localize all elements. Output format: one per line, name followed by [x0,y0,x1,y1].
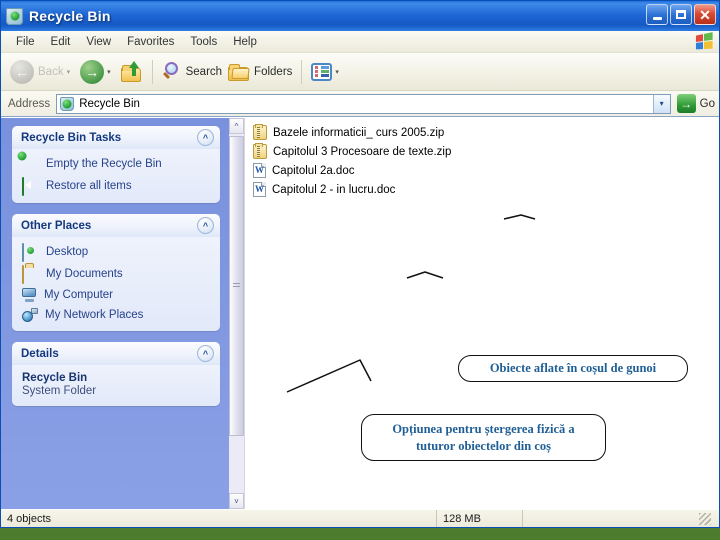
documents-folder-icon [22,265,39,284]
toolbar-separator [151,59,153,84]
window-body: Recycle Bin Tasks ^ Empty the Recycle Bi… [1,117,719,509]
callout-empty-option: Opțiunea pentru ștergerea fizică a tutur… [361,414,606,461]
forward-button[interactable]: → ▾ [77,58,118,86]
panel-recycle-bin-tasks: Recycle Bin Tasks ^ Empty the Recycle Bi… [12,126,220,203]
empty-bin-icon [22,156,39,172]
computer-icon [22,288,37,302]
address-label: Address [8,97,51,110]
toolbar: ← Back ▾ → ▾ Search Folders ▾ [1,53,719,91]
panel-body: Desktop My Documents My Computer My Netw… [12,237,220,331]
panel-body: Recycle Bin System Folder [12,365,220,406]
status-size: 128 MB [437,510,523,527]
panel-header[interactable]: Other Places ^ [12,214,220,237]
explorer-window: Recycle Bin ✕ File Edit View Favorites T… [0,0,720,528]
panel-header[interactable]: Details ^ [12,342,220,365]
task-restore-all-items[interactable]: Restore all items [22,177,212,196]
go-label: Go [699,97,715,110]
views-button[interactable]: ▾ [308,61,346,83]
panel-body: Empty the Recycle Bin Restore all items [12,149,220,203]
maximize-button[interactable] [670,4,692,25]
back-label: Back [38,65,64,78]
panel-title: Details [21,347,59,360]
menu-item-file[interactable]: File [8,34,43,50]
place-label: My Network Places [45,309,144,321]
network-icon [22,308,38,322]
task-label: Empty the Recycle Bin [46,158,162,170]
forward-arrow-icon: → [80,59,105,84]
task-empty-recycle-bin[interactable]: Empty the Recycle Bin [22,156,212,172]
panel-header[interactable]: Recycle Bin Tasks ^ [12,126,220,149]
address-bar: Address Recycle Bin ▾ → Go [1,91,719,117]
chevron-up-icon[interactable]: ^ [197,217,214,234]
windows-flag-icon [691,32,715,51]
chevron-up-icon[interactable]: ^ [197,345,214,362]
place-my-network-places[interactable]: My Network Places [22,308,212,322]
back-button[interactable]: ← Back ▾ [7,58,77,86]
status-grip[interactable] [523,510,719,527]
menu-bar: File Edit View Favorites Tools Help [1,31,719,53]
details-item-name: Recycle Bin [22,372,88,384]
place-my-computer[interactable]: My Computer [22,288,212,302]
toolbar-separator-2 [301,59,303,84]
window-title: Recycle Bin [29,8,111,24]
window-controls: ✕ [646,4,716,25]
address-dropdown-button[interactable]: ▾ [652,94,670,113]
menu-item-edit[interactable]: Edit [43,34,79,50]
panel-other-places: Other Places ^ Desktop My Documents My C… [12,214,220,331]
place-label: My Computer [44,289,114,301]
close-button[interactable]: ✕ [694,4,716,25]
recycle-bin-icon [6,7,23,25]
place-my-documents[interactable]: My Documents [22,265,212,284]
back-dropdown-caret[interactable]: ▾ [67,68,71,76]
up-button[interactable] [118,60,146,84]
magnifier-icon [162,61,182,82]
address-value: Recycle Bin [79,97,140,110]
place-label: My Documents [46,268,123,280]
folders-icon [228,63,250,81]
folders-label: Folders [254,65,293,78]
status-bar: 4 objects 128 MB [1,509,719,527]
views-dropdown-caret[interactable]: ▾ [335,68,339,76]
status-objects: 4 objects [1,510,437,527]
search-button[interactable]: Search [159,60,225,84]
go-button[interactable]: → Go [676,94,715,113]
chevron-down-icon: ▾ [659,99,664,108]
address-input[interactable]: Recycle Bin ▾ [56,93,671,114]
panel-title: Other Places [21,219,92,232]
menu-item-help[interactable]: Help [225,34,265,50]
restore-icon [22,177,39,196]
menu-item-tools[interactable]: Tools [182,34,225,50]
panel-title: Recycle Bin Tasks [21,131,122,144]
recycle-bin-icon [60,96,75,111]
place-desktop[interactable]: Desktop [22,243,212,262]
search-label: Search [185,65,223,78]
views-icon [311,62,333,81]
task-label: Restore all items [46,180,132,192]
resize-grip-icon [699,512,711,525]
close-icon: ✕ [699,6,711,23]
desktop-icon [22,243,39,262]
minimize-button[interactable] [646,4,668,25]
up-folder-icon [120,60,143,82]
back-arrow-icon: ← [10,59,34,84]
chevron-up-icon[interactable]: ^ [197,129,214,146]
green-arrow-icon: → [676,94,696,113]
forward-dropdown-caret[interactable]: ▾ [107,68,111,76]
menu-item-view[interactable]: View [78,34,119,50]
folders-button[interactable]: Folders [225,61,295,83]
panel-details: Details ^ Recycle Bin System Folder [12,342,220,406]
place-label: Desktop [46,246,89,258]
task-pane: Recycle Bin Tasks ^ Empty the Recycle Bi… [1,118,229,509]
menu-item-favorites[interactable]: Favorites [119,34,182,50]
title-bar: Recycle Bin ✕ [1,1,719,31]
callout-objects-in-bin: Obiecte aflate în coșul de gunoi [458,355,688,382]
details-item-type: System Folder [22,385,97,397]
